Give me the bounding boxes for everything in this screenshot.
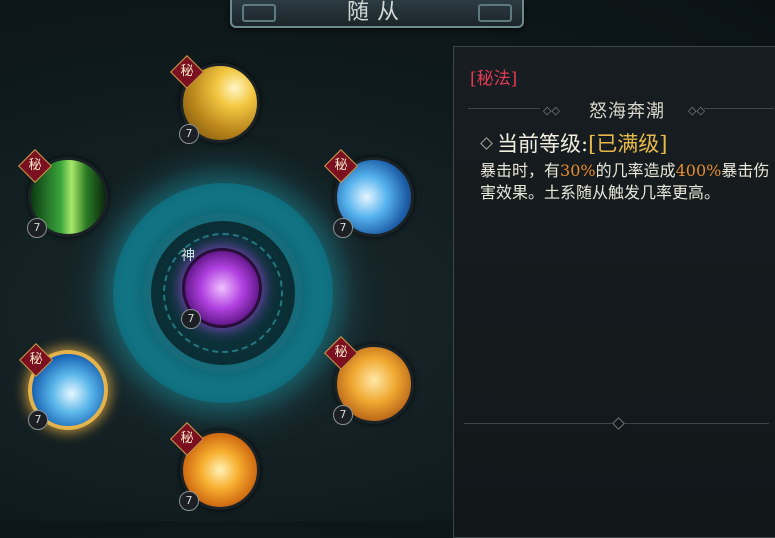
skill-slot-top[interactable]: 秘 7 <box>170 55 260 144</box>
skill-level-badge: 7 <box>28 410 48 430</box>
skill-level-badge: 7 <box>333 218 353 238</box>
desc-chance: 30% <box>560 161 596 180</box>
skill-slot-left[interactable]: 秘 7 <box>18 149 108 238</box>
skill-category: [秘法] <box>470 69 518 89</box>
desc-damage: 400% <box>675 161 722 180</box>
banner-ornament-right <box>478 4 512 22</box>
skill-slot-center[interactable]: 神 7 <box>181 248 262 329</box>
title-ornament-left-icon: ◇◇ <box>543 104 560 117</box>
skill-level-badge: 7 <box>333 405 353 425</box>
level-value: [已满级] <box>588 132 668 156</box>
skill-slot-wave-selected[interactable]: 秘 7 <box>19 343 108 430</box>
desc-text: 暴击时，有 <box>480 161 561 180</box>
skill-slot-bottom[interactable]: 秘 7 <box>170 422 260 511</box>
secret-badge-icon: 秘 <box>170 422 204 456</box>
skill-level-badge: 7 <box>179 124 199 144</box>
level-label: 当前等级: <box>497 132 589 156</box>
skill-level-line: 当前等级:[已满级] <box>497 128 667 158</box>
skill-level-badge: 7 <box>27 218 47 238</box>
skill-level-badge: 7 <box>181 309 201 329</box>
skill-description: 暴击时，有30%的几率造成400%暴击伤害效果。土系随从触发几率更高。 <box>480 160 770 204</box>
top-banner: 随从 <box>230 0 524 28</box>
title-divider-right <box>704 108 774 109</box>
skill-name: 怒海奔潮 <box>589 101 665 122</box>
secret-badge-icon: 秘 <box>18 149 52 183</box>
skill-slot-eagle[interactable]: 秘 7 <box>324 336 414 425</box>
secret-badge-icon: 秘 <box>170 55 204 89</box>
desc-text: 的几率造成 <box>595 161 676 180</box>
divine-badge-icon: 神 <box>181 248 195 264</box>
secret-badge-icon: 秘 <box>324 149 358 183</box>
title-ornament-right-icon: ◇◇ <box>688 104 705 117</box>
secret-badge-icon: 秘 <box>19 343 53 377</box>
skill-slot-right[interactable]: 秘 7 <box>324 149 414 238</box>
skill-level-badge: 7 <box>179 491 199 511</box>
title-divider-left <box>468 108 540 109</box>
